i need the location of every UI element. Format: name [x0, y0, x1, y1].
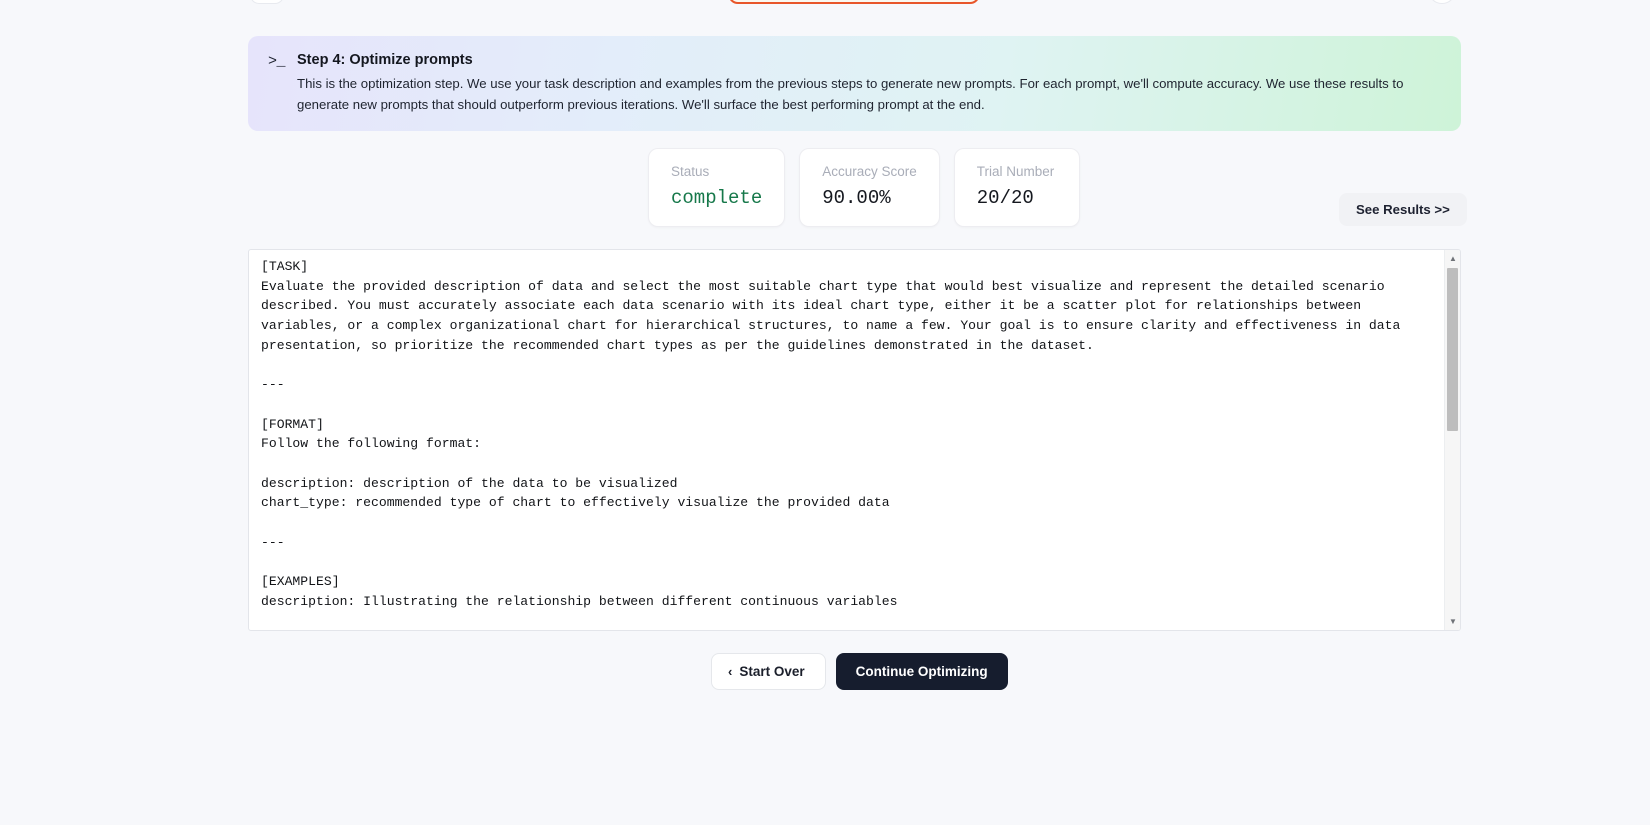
metric-card-trial: Trial Number 20/20 [953, 148, 1080, 227]
chevron-left-icon: ‹ [728, 664, 733, 679]
step-indicator-strip [0, 0, 1650, 4]
see-results-button[interactable]: See Results >> [1339, 193, 1467, 226]
metric-value-status: complete [671, 187, 763, 209]
step-chip-current[interactable] [728, 0, 980, 4]
metric-value-accuracy: 90.00% [822, 187, 891, 209]
metrics-row: Status complete Accuracy Score 90.00% Tr… [648, 148, 1080, 227]
metric-card-accuracy: Accuracy Score 90.00% [799, 148, 940, 227]
scroll-up-arrow-icon[interactable]: ▲ [1445, 251, 1460, 266]
step-banner: >_ Step 4: Optimize prompts This is the … [248, 36, 1461, 131]
prompt-textarea-container[interactable]: [TASK] Evaluate the provided description… [248, 249, 1461, 631]
banner-title: Step 4: Optimize prompts [297, 52, 473, 68]
metric-value-trial: 20/20 [976, 187, 1034, 209]
start-over-label: Start Over [739, 664, 805, 679]
step-chip-next[interactable] [1428, 0, 1456, 4]
banner-body: Step 4: Optimize prompts This is the opt… [297, 50, 1441, 115]
prompt-scrollbar[interactable]: ▲ ▼ [1444, 250, 1460, 630]
continue-optimizing-button[interactable]: Continue Optimizing [835, 653, 1008, 690]
metric-label-accuracy: Accuracy Score [822, 164, 917, 179]
terminal-icon: >_ [268, 53, 286, 70]
step-chip-previous[interactable] [250, 0, 284, 4]
footer-actions: ‹ Start Over Continue Optimizing [711, 653, 1008, 690]
prompt-textarea[interactable]: [TASK] Evaluate the provided description… [249, 250, 1444, 630]
banner-description: This is the optimization step. We use yo… [297, 76, 1404, 112]
metric-card-status: Status complete [648, 148, 786, 227]
optimizer-page: >_ Step 4: Optimize prompts This is the … [0, 0, 1650, 825]
metric-label-status: Status [671, 164, 710, 179]
start-over-button[interactable]: ‹ Start Over [711, 653, 826, 690]
scroll-down-arrow-icon[interactable]: ▼ [1445, 614, 1460, 629]
scrollbar-thumb[interactable] [1447, 268, 1458, 431]
metric-label-trial: Trial Number [976, 164, 1055, 179]
